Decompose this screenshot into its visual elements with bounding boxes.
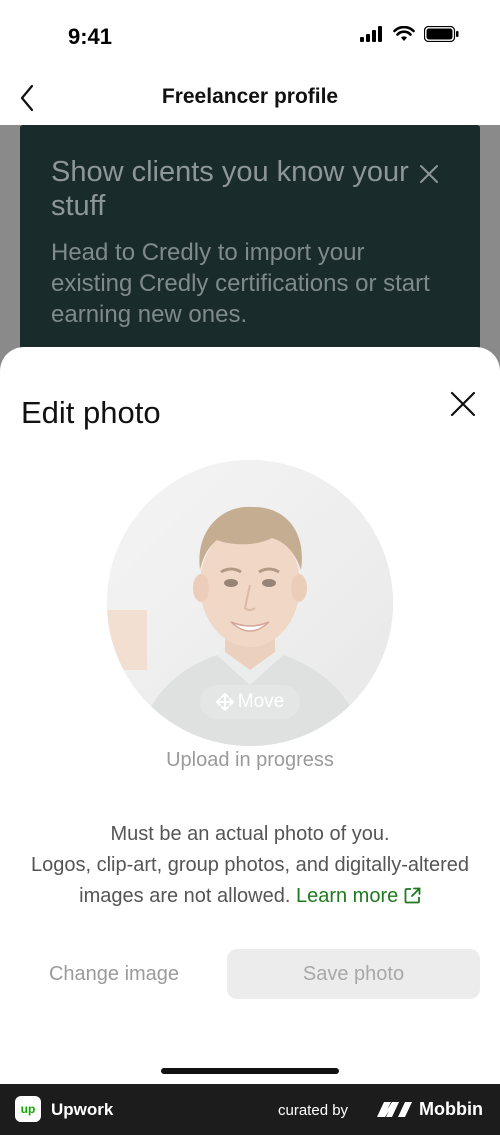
mobbin-logo-icon	[377, 1102, 412, 1117]
wifi-icon	[393, 26, 415, 41]
nav-bar: Freelancer profile	[0, 75, 500, 125]
attribution-footer: up Upwork curated by Mobbin	[0, 1084, 500, 1135]
credly-banner: Show clients you know your stuff Head to…	[20, 125, 480, 375]
guideline-line-1: Must be an actual photo of you.	[110, 823, 390, 845]
learn-more-link[interactable]: Learn more	[296, 885, 421, 907]
upwork-logo-icon: up	[15, 1096, 41, 1122]
external-link-icon	[404, 887, 421, 904]
save-photo-button[interactable]: Save photo	[227, 949, 480, 999]
mobbin-brand: Mobbin	[419, 1099, 483, 1119]
photo-guideline: Must be an actual photo of you. Logos, c…	[20, 819, 480, 912]
status-time: 9:41	[68, 24, 113, 49]
banner-close-icon[interactable]	[418, 163, 440, 185]
close-icon[interactable]	[448, 389, 478, 419]
move-arrows-icon	[215, 693, 234, 711]
battery-icon	[424, 26, 459, 42]
move-handle[interactable]: Move	[200, 685, 300, 719]
edit-photo-sheet: Edit photo Move Upload in progress Must …	[0, 347, 500, 1084]
upload-status: Upload in progress	[166, 749, 334, 771]
move-label: Move	[237, 691, 285, 712]
banner-text: Head to Credly to import your existing C…	[51, 239, 430, 328]
page-title: Freelancer profile	[161, 85, 339, 108]
home-indicator	[161, 1068, 339, 1074]
banner-title: Show clients you know your stuff	[51, 156, 409, 222]
status-bar: 9:41	[0, 0, 500, 75]
sheet-title: Edit photo	[21, 395, 161, 430]
change-image-button[interactable]: Change image	[24, 949, 204, 999]
curated-by-label: curated by	[278, 1102, 349, 1119]
app-name: Upwork	[51, 1100, 114, 1119]
cellular-signal-icon	[360, 26, 382, 42]
learn-more-label: Learn more	[295, 885, 399, 907]
profile-photo-preview[interactable]: Move	[107, 460, 393, 746]
action-buttons: Change image Save photo	[0, 949, 500, 999]
status-icons	[360, 26, 460, 42]
